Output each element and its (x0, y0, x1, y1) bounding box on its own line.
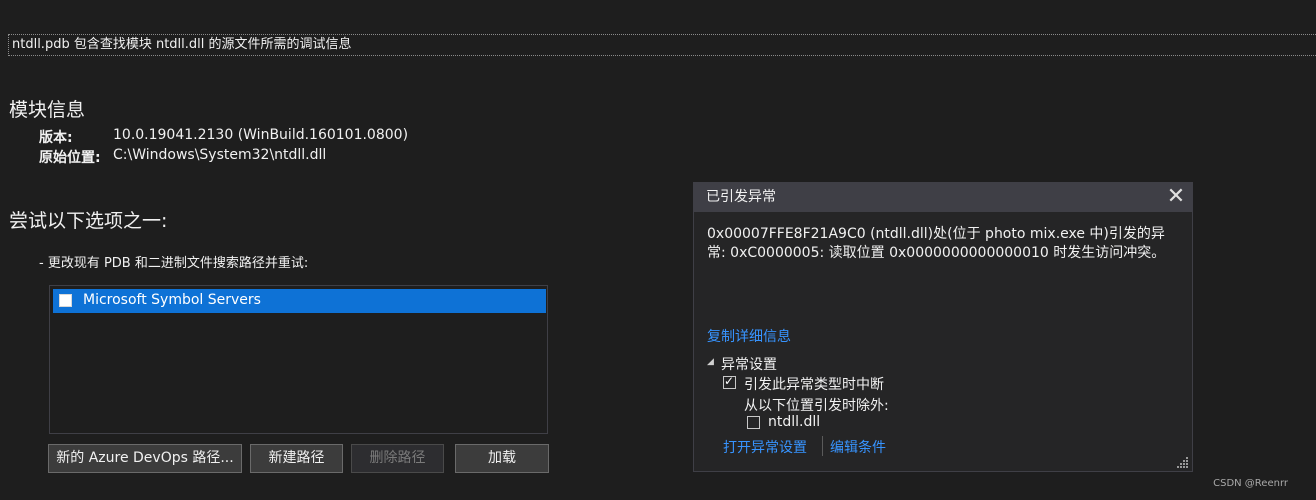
close-icon[interactable]: ✕ (1166, 185, 1186, 209)
options-item: - 更改现有 PDB 和二进制文件搜索路径并重试: (39, 256, 309, 271)
location-label: 原始位置: (39, 150, 101, 166)
new-azure-devops-path-button[interactable]: 新的 Azure DevOps 路径... (48, 444, 242, 473)
ntdll-exclude-label: ntdll.dll (768, 414, 821, 430)
break-on-exception-checkbox[interactable]: ✓ (723, 374, 736, 389)
module-info-heading: 模块信息 (9, 99, 86, 121)
open-exception-settings-link[interactable]: 打开异常设置 (723, 437, 807, 457)
new-path-button[interactable]: 新建路径 (250, 444, 343, 473)
exception-popup-header: 已引发异常 ✕ (694, 183, 1192, 212)
location-value: C:\Windows\System32\ntdll.dll (113, 147, 327, 163)
except-from-label: 从以下位置引发时除外: (744, 398, 889, 414)
copy-details-link[interactable]: 复制详细信息 (707, 326, 791, 346)
version-label: 版本: (39, 130, 73, 146)
exception-settings-header[interactable]: 异常设置 (721, 354, 777, 374)
checkmark-icon: ✓ (724, 374, 735, 388)
path-checkbox[interactable] (59, 294, 72, 307)
search-path-list[interactable]: Microsoft Symbol Servers (49, 285, 548, 434)
break-on-exception-label: 引发此异常类型时中断 (744, 377, 884, 393)
watermark: CSDN @Reenrr (1213, 478, 1288, 489)
collapse-triangle-icon[interactable]: ◢ (707, 357, 714, 367)
info-banner-text: ntdll.pdb 包含查找模块 ntdll.dll 的源文件所需的调试信息 (12, 37, 352, 52)
version-value: 10.0.19041.2130 (WinBuild.160101.0800) (113, 127, 409, 143)
link-separator (822, 436, 823, 456)
resize-grip-icon[interactable] (1177, 456, 1189, 468)
edit-conditions-link[interactable]: 编辑条件 (830, 437, 886, 457)
options-heading: 尝试以下选项之一: (9, 210, 168, 232)
path-item-microsoft-symbol-servers[interactable]: Microsoft Symbol Servers (53, 289, 546, 313)
info-banner: ntdll.pdb 包含查找模块 ntdll.dll 的源文件所需的调试信息 (8, 34, 1316, 56)
exception-message: 0x00007FFE8F21A9C0 (ntdll.dll)处(位于 photo… (707, 226, 1166, 261)
delete-path-button[interactable]: 删除路径 (351, 444, 444, 473)
load-button[interactable]: 加载 (455, 444, 549, 473)
path-item-label: Microsoft Symbol Servers (83, 292, 261, 308)
ntdll-exclude-checkbox[interactable] (747, 416, 760, 429)
exception-title: 已引发异常 (706, 189, 776, 205)
